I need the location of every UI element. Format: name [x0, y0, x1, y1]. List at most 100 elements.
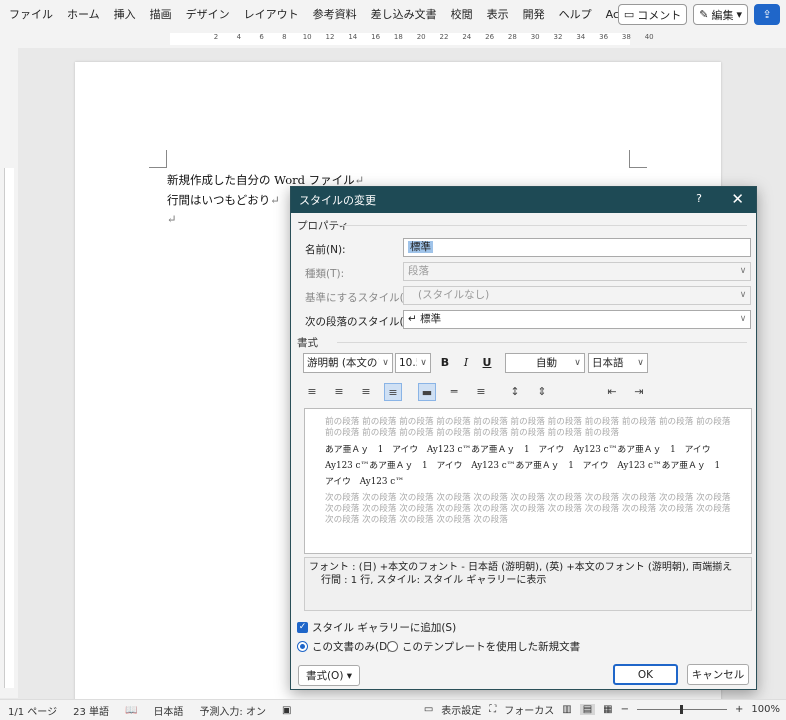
edit-label: 編集 [711, 8, 734, 22]
help-icon[interactable]: ? [696, 192, 702, 205]
menu-layout[interactable]: レイアウト [237, 0, 306, 30]
ruler-tick-label: 8 [282, 33, 287, 41]
ribbon-menu-bar: ファイル ホーム 挿入 描画 デザイン レイアウト 参考資料 差し込み文書 校閲… [0, 0, 786, 30]
status-bar: 1/1 ページ 23 単語 📖 日本語 予測入力: オン ▣ ▭ 表示設定 ⛶ … [0, 699, 786, 720]
italic-button[interactable]: I [457, 354, 475, 372]
zoom-out-icon[interactable]: − [621, 704, 629, 715]
dialog-titlebar[interactable]: スタイルの変更 ? ✕ [291, 187, 756, 213]
modify-style-dialog: スタイルの変更 ? ✕ プロパティ 名前(N): 標準 種類(T): 段落 ∨ 基… [290, 186, 757, 690]
comment-button[interactable]: ▭ コメント [617, 4, 688, 25]
name-label: 名前(N): [305, 244, 346, 256]
one-half-spacing-icon[interactable]: ═ [445, 383, 463, 401]
next-style-select[interactable]: ↵ 標準 ∨ [403, 310, 751, 329]
description-line-1: フォント : (日) +本文のフォント - 日本語 (游明朝), (英) +本文… [309, 562, 733, 573]
menu-file[interactable]: ファイル [2, 0, 60, 30]
type-label: 種類(T): [305, 268, 345, 280]
read-mode-icon[interactable]: ▥ [562, 704, 571, 715]
ok-button[interactable]: OK [613, 664, 678, 685]
decrease-indent-icon[interactable]: ⇤ [603, 383, 621, 401]
zoom-in-icon[interactable]: + [735, 704, 743, 715]
page-count[interactable]: 1/1 ページ [0, 703, 65, 718]
menu-draw[interactable]: 描画 [143, 0, 179, 30]
accessibility-icon[interactable]: ▣ [274, 705, 299, 716]
base-style-select: (スタイルなし) ∨ [403, 286, 751, 305]
ruler-tick-label: 2 [213, 33, 219, 41]
menu-help[interactable]: ヘルプ [552, 0, 599, 30]
comment-icon: ▭ [623, 8, 635, 21]
align-left-icon[interactable]: ≡ [303, 383, 321, 401]
bold-button[interactable]: B [436, 354, 454, 372]
this-document-radio[interactable]: この文書のみ(D) [297, 639, 391, 654]
comment-label: コメント [637, 8, 682, 22]
ruler-tick-label: 6 [259, 33, 264, 41]
print-layout-icon[interactable]: ▤ [579, 704, 596, 715]
ruler-tick-label: 10 [302, 33, 312, 41]
justify-icon[interactable]: ≡ [384, 383, 402, 401]
font-select[interactable]: 游明朝 (本文のフ ∨ [303, 353, 393, 373]
crop-mark [149, 150, 167, 168]
preview-previous-paragraph: 前の段落 前の段落 前の段落 前の段落 前の段落 前の段落 前の段落 前の段落 … [325, 417, 731, 438]
preview-sample-text: あア亜Ａｙ 1 アイウ Ay123 c™あア亜Ａｙ 1 アイウ Ay123 c™… [325, 445, 729, 487]
ruler-tick-label: 14 [348, 33, 358, 41]
template-radio[interactable]: このテンプレートを使用した新規文書 [387, 639, 580, 654]
word-count[interactable]: 23 単語 [65, 703, 117, 718]
menu-developer[interactable]: 開発 [516, 0, 552, 30]
add-to-gallery-checkbox[interactable]: ✓ スタイル ギャラリーに追加(S) [297, 620, 456, 635]
language-status[interactable]: 日本語 [145, 703, 191, 718]
ruler-tick-label: 12 [325, 33, 335, 41]
line-text: 行間はいつもどおり [167, 193, 271, 207]
name-input[interactable]: 標準 [403, 238, 751, 257]
edit-mode-button[interactable]: ✎ 編集 ▾ [693, 4, 748, 25]
line-text: 新規作成した自分の Word ファイル [167, 173, 355, 187]
display-settings-button[interactable]: 表示設定 [441, 702, 481, 717]
menu-design[interactable]: デザイン [179, 0, 237, 30]
focus-icon: ⛶ [489, 704, 497, 715]
menu-view[interactable]: 表示 [480, 0, 516, 30]
type-select: 段落 ∨ [403, 262, 751, 281]
increase-indent-icon[interactable]: ⇥ [630, 383, 648, 401]
chevron-down-icon: ∨ [417, 354, 430, 372]
zoom-level[interactable]: 100% [751, 704, 780, 715]
proofing-icon[interactable]: 📖 [117, 705, 145, 716]
chevron-down-icon: ▾ [736, 8, 742, 21]
description-line-2: 行間 : 1 行, スタイル: スタイル ギャラリーに表示 [321, 575, 547, 586]
single-spacing-icon[interactable]: ▬ [418, 383, 436, 401]
focus-button[interactable]: フォーカス [504, 702, 554, 717]
font-size-select[interactable]: 10.5 ∨ [395, 353, 431, 373]
ruler-tick-label: 26 [485, 33, 495, 41]
ruler-tick-label: 28 [507, 33, 517, 41]
document-line-2[interactable]: 行間はいつもどおり↵ [167, 192, 280, 208]
language-select[interactable]: 日本語 ∨ [588, 353, 648, 373]
align-center-icon[interactable]: ≡ [330, 383, 348, 401]
base-style-value: (スタイルなし) [418, 289, 490, 301]
dialog-title: スタイルの変更 [299, 194, 376, 207]
menu-references[interactable]: 参考資料 [306, 0, 364, 30]
share-button[interactable]: ⇪ [754, 4, 780, 25]
format-button[interactable]: 書式(O) ▾ [298, 665, 360, 686]
increase-paragraph-spacing-icon[interactable]: ↕ [506, 383, 524, 401]
text-prediction-status[interactable]: 予測入力: オン [191, 703, 274, 718]
decrease-paragraph-spacing-icon[interactable]: ⇕ [533, 383, 551, 401]
font-color-select[interactable]: 自動 ∨ [505, 353, 585, 373]
chevron-down-icon: ∨ [634, 354, 647, 372]
double-spacing-icon[interactable]: ≡ [472, 383, 490, 401]
ruler-tick-label: 16 [371, 33, 381, 41]
cancel-button[interactable]: キャンセル [687, 664, 749, 685]
add-to-gallery-label: スタイル ギャラリーに追加(S) [312, 622, 457, 634]
radio-icon [387, 641, 398, 652]
chevron-down-icon: ∨ [739, 314, 747, 324]
underline-button[interactable]: U [478, 354, 496, 372]
style-preview: 前の段落 前の段落 前の段落 前の段落 前の段落 前の段落 前の段落 前の段落 … [304, 408, 752, 554]
menu-home[interactable]: ホーム [60, 0, 107, 30]
menu-insert[interactable]: 挿入 [107, 0, 143, 30]
document-line-3[interactable]: ↵ [167, 212, 177, 226]
zoom-slider[interactable] [637, 705, 728, 714]
horizontal-ruler[interactable]: 2 4 6 8 10 12 14 16 18 20 22 24 26 28 30 32 34 36 38 40 [0, 30, 786, 48]
vertical-ruler[interactable] [0, 48, 18, 698]
align-right-icon[interactable]: ≡ [357, 383, 375, 401]
menu-mailings[interactable]: 差し込み文書 [364, 0, 444, 30]
chevron-down-icon: ∨ [739, 266, 747, 276]
web-layout-icon[interactable]: ▦ [603, 704, 612, 715]
menu-review[interactable]: 校閲 [444, 0, 480, 30]
close-icon[interactable]: ✕ [731, 190, 744, 208]
